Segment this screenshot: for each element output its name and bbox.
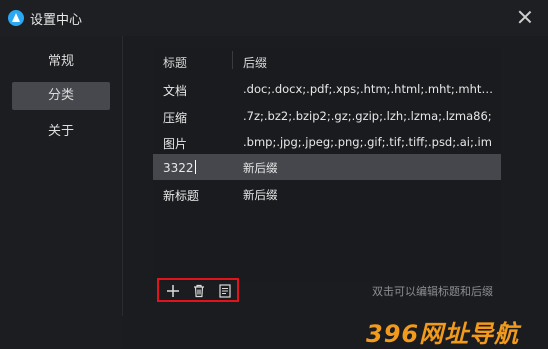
sidebar: 常规 分类 关于	[0, 36, 122, 348]
row-title-edit[interactable]: 3322	[163, 160, 196, 175]
close-icon[interactable]	[516, 8, 534, 26]
row-suffix[interactable]: .7z;.bz2;.bzip2;.gz;.gzip;.lzh;.lzma;.lz…	[243, 109, 495, 123]
column-separator[interactable]	[232, 51, 233, 69]
sidebar-divider	[122, 36, 123, 316]
title-bar: 设置中心	[0, 0, 548, 36]
text-caret	[194, 160, 196, 174]
row-title[interactable]: 压缩	[163, 109, 187, 126]
row-suffix[interactable]: .doc;.docx;.pdf;.xps;.htm;.html;.mht;.mh…	[243, 82, 495, 96]
row-suffix[interactable]: .bmp;.jpg;.jpeg;.png;.gif;.tif;.tiff;.ps…	[243, 135, 495, 149]
trash-icon[interactable]	[191, 283, 207, 299]
table-row-selected[interactable]: 3322 新后缀	[153, 154, 501, 180]
row-suffix[interactable]: 新后缀	[243, 187, 495, 203]
watermark-logo: 396网址导航	[366, 320, 520, 348]
app-logo-icon	[8, 10, 24, 26]
table-row[interactable]: 图片 .bmp;.jpg;.jpeg;.png;.gif;.tif;.tiff;…	[153, 129, 501, 155]
row-title[interactable]: 新标题	[163, 187, 199, 204]
category-table: 标题 后缀 文档 .doc;.docx;.pdf;.xps;.htm;.html…	[153, 47, 501, 282]
document-icon[interactable]	[217, 283, 233, 299]
sidebar-item-about[interactable]: 关于	[12, 118, 110, 146]
row-title[interactable]: 图片	[163, 135, 187, 152]
row-title[interactable]: 文档	[163, 82, 187, 99]
sidebar-item-general[interactable]: 常规	[12, 48, 110, 76]
column-header-suffix[interactable]: 后缀	[243, 54, 267, 71]
table-header: 标题 后缀	[153, 47, 501, 73]
table-toolbar	[157, 278, 239, 302]
row-title-edit-text[interactable]: 3322	[163, 161, 194, 175]
window-title: 设置中心	[30, 13, 83, 28]
column-header-title[interactable]: 标题	[163, 54, 187, 71]
row-suffix[interactable]: 新后缀	[243, 160, 495, 176]
table-row[interactable]: 文档 .doc;.docx;.pdf;.xps;.htm;.html;.mht;…	[153, 76, 501, 102]
edit-hint: 双击可以编辑标题和后缀	[372, 285, 493, 298]
sidebar-item-category[interactable]: 分类	[12, 82, 110, 110]
add-icon[interactable]	[165, 283, 181, 299]
table-row[interactable]: 新标题 新后缀	[153, 181, 501, 207]
table-row[interactable]: 压缩 .7z;.bz2;.bzip2;.gz;.gzip;.lzh;.lzma;…	[153, 103, 501, 129]
